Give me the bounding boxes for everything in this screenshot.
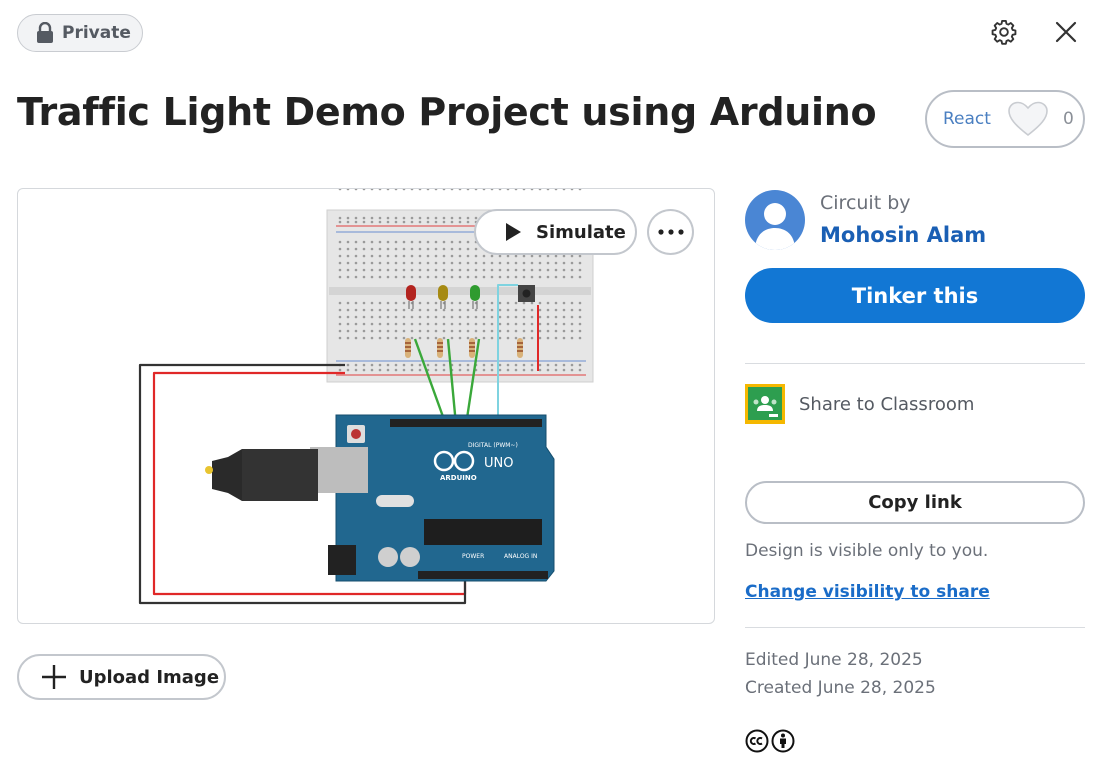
analog-header-label: ANALOG IN — [504, 553, 537, 560]
close-button[interactable] — [1050, 16, 1082, 48]
google-classroom-icon — [745, 384, 785, 424]
edited-date: Edited June 28, 2025 — [745, 650, 923, 670]
plus-icon — [42, 665, 66, 689]
privacy-label: Private — [62, 23, 131, 43]
more-icon — [657, 229, 684, 235]
page-title: Traffic Light Demo Project using Arduino — [17, 90, 877, 134]
arduino-board: ARDUINO UNO DIGITAL (PWM~) POWER ANALOG … — [205, 414, 555, 582]
simulate-label: Simulate — [536, 221, 626, 243]
share-to-classroom-label: Share to Classroom — [799, 393, 975, 415]
share-to-classroom-button[interactable]: Share to Classroom — [745, 384, 974, 424]
close-icon — [1055, 21, 1077, 43]
heart-icon — [1008, 101, 1048, 137]
simulate-button[interactable]: Simulate — [474, 209, 637, 255]
push-button-component — [518, 285, 535, 302]
more-options-button[interactable] — [647, 209, 694, 255]
user-avatar-icon — [745, 190, 805, 250]
play-icon — [506, 223, 521, 241]
privacy-badge[interactable]: Private — [17, 14, 143, 52]
attribution-icon — [771, 729, 795, 753]
lock-icon — [37, 22, 53, 43]
react-label: React — [943, 109, 991, 129]
created-date: Created June 28, 2025 — [745, 678, 936, 698]
digital-header-label: DIGITAL (PWM~) — [468, 442, 518, 449]
avatar[interactable] — [745, 190, 805, 250]
creative-commons-license[interactable] — [745, 729, 795, 753]
divider — [745, 363, 1085, 364]
cc-icon — [745, 729, 769, 753]
divider — [745, 627, 1085, 628]
gear-icon — [991, 19, 1017, 45]
visibility-note: Design is visible only to you. — [745, 541, 989, 561]
power-header-label: POWER — [462, 553, 484, 560]
copy-link-button[interactable]: Copy link — [745, 481, 1085, 524]
upload-image-button[interactable]: Upload Image — [17, 654, 226, 700]
board-logo: ARDUINO — [440, 474, 477, 482]
react-count: 0 — [1062, 109, 1074, 129]
react-button[interactable]: React 0 — [925, 90, 1085, 148]
change-visibility-link[interactable]: Change visibility to share — [745, 582, 990, 602]
upload-image-label: Upload Image — [79, 666, 220, 688]
settings-button[interactable] — [988, 16, 1020, 48]
author-name-link[interactable]: Mohosin Alam — [820, 223, 986, 247]
circuit-by-label: Circuit by — [820, 192, 911, 214]
tinker-this-button[interactable]: Tinker this — [745, 268, 1085, 323]
board-model: UNO — [484, 456, 513, 471]
